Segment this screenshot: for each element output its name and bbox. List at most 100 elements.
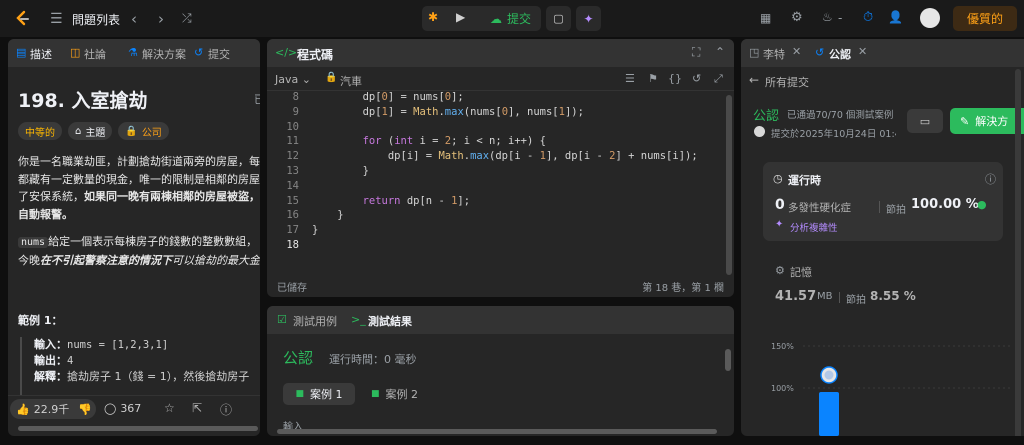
analyze-sparkle-icon: ✦ <box>775 219 784 230</box>
problem-list-icon[interactable]: ☰ <box>50 11 63 27</box>
next-problem-icon[interactable]: › <box>158 10 164 28</box>
result-runtime: 運行時間：0 毫秒 <box>329 353 417 366</box>
desc-line: 自動報警。 <box>18 207 73 221</box>
autocomplete-mode[interactable]: 汽車 <box>340 73 362 89</box>
timer-icon[interactable]: ⏱ <box>863 10 873 25</box>
all-submissions-link[interactable]: 所有提交 <box>765 74 809 90</box>
editor-header: </> 程式碼 ⛶ ⌃ <box>267 39 734 67</box>
tab-submissions[interactable]: 提交 <box>208 46 230 62</box>
code-line: ​ <box>312 120 722 135</box>
format-icon[interactable]: ☰ <box>625 72 635 85</box>
description-scrollbar[interactable] <box>18 426 258 431</box>
memory-icon: ⚙ <box>775 264 785 277</box>
tab-test-result[interactable]: 測試結果 <box>368 313 412 329</box>
y-tick-label: 150% <box>771 342 794 351</box>
shuffle-icon[interactable]: ⤮ <box>182 11 192 26</box>
info-icon[interactable]: ⓘ <box>985 171 996 187</box>
streak-icon[interactable]: ♨ <box>822 10 833 24</box>
problem-list-label[interactable]: 問題列表 <box>72 11 120 28</box>
tab-editorial[interactable]: 社論 <box>84 46 106 62</box>
line-numbers: 8 9 10 11 12 13 14 15 16 17 18 <box>267 90 299 253</box>
settings-icon[interactable]: ⚙ <box>791 10 803 25</box>
like-button[interactable]: 👍 22.9千 <box>10 399 76 419</box>
user-marker-avatar <box>824 370 834 380</box>
description-footer: 👍 22.9千 👎 ◯ 367 ☆ ⇱ ⓘ <box>8 395 260 421</box>
add-friend-icon[interactable]: 👤 <box>888 10 903 24</box>
line-number: 13 <box>286 164 299 177</box>
code-area[interactable]: dp[0] = nums[0]; dp[1] = Math.max(nums[0… <box>312 90 722 253</box>
run-icon[interactable]: ▶ <box>456 10 465 24</box>
back-arrow-icon[interactable]: ← <box>749 73 759 87</box>
tab-solutions[interactable]: 解決方案 <box>142 46 186 62</box>
close-icon[interactable]: ✕ <box>792 45 801 58</box>
case-2-tab[interactable]: ■ 案例 2 <box>371 383 418 405</box>
avatar[interactable] <box>920 8 940 28</box>
debug-icon[interactable]: ✱ <box>428 10 438 24</box>
share-icon[interactable]: ⇱ <box>192 401 202 415</box>
leaf-icon: ● <box>977 198 987 211</box>
difficulty-badge: 中等的 <box>18 122 62 140</box>
premium-button[interactable]: 優質的 <box>953 6 1017 31</box>
runtime-distribution-chart: 150% 100% <box>771 342 1011 436</box>
language-select[interactable]: Java ⌄ <box>275 73 311 86</box>
layout-icon[interactable]: ▦ <box>760 11 771 25</box>
result-panel: ☑ 測試用例 >_ 測試結果 公認 運行時間：0 毫秒 ■ 案例 1 ■ 案例 2 … <box>267 306 734 436</box>
case-1-label: 案例 1 <box>310 388 343 401</box>
example-output-label: 輸出： <box>34 354 67 367</box>
submitted-time: 提交於2025年10月24日 01:44 <box>771 129 896 140</box>
result-hscrollbar[interactable] <box>277 429 717 434</box>
result-scrollbar[interactable] <box>725 349 731 371</box>
editor-status: 已儲存 第 18 巷，第 1 欄 <box>267 275 734 297</box>
book-icon: ▭ <box>919 114 931 128</box>
example-input: nums = [1,2,3,1] <box>67 339 169 351</box>
code-line: } <box>312 224 319 237</box>
checkbox-icon: ☑ <box>277 313 287 326</box>
thumbs-down-icon: 👎 <box>78 402 92 416</box>
analyze-complexity-link[interactable]: 分析複雜性 <box>790 220 838 234</box>
fullscreen-icon[interactable]: ⛶ <box>692 45 700 60</box>
solution-button[interactable]: ✎ 解決方 <box>950 108 1024 134</box>
example-output: 4 <box>67 355 74 367</box>
topics-label: 主題 <box>85 127 106 139</box>
collapse-icon[interactable]: ⌃ <box>715 45 725 59</box>
submission-scrollbar[interactable] <box>1015 69 1021 436</box>
ai-button[interactable]: ✦ <box>576 6 601 31</box>
line-number: 12 <box>286 150 299 163</box>
bookmark-icon[interactable]: ⚑ <box>648 72 658 85</box>
beats-label: 節拍 <box>886 205 906 216</box>
code-line: ​ <box>312 238 722 253</box>
reset-icon[interactable]: ↺ <box>692 72 701 85</box>
chart-bar <box>819 392 839 436</box>
help-icon[interactable]: ⓘ <box>220 401 232 418</box>
editor-scrollbar[interactable] <box>726 95 732 275</box>
tab-testcase[interactable]: 測試用例 <box>293 313 337 329</box>
cloud-upload-icon: ☁ <box>489 11 502 26</box>
comment-count: 367 <box>120 402 142 415</box>
tab-description[interactable]: 描述 <box>30 46 52 62</box>
braces-icon[interactable]: {} <box>668 72 682 85</box>
expand-icon[interactable]: ⤢ <box>714 72 723 86</box>
notes-button[interactable]: ▭ <box>907 109 943 133</box>
comment-button[interactable]: ◯ 367 <box>104 402 141 415</box>
star-icon[interactable]: ☆ <box>164 401 175 415</box>
submit-button[interactable]: ☁ 提交 <box>480 6 541 31</box>
company-tag[interactable]: 🔒 公司 <box>118 122 169 140</box>
tab-note[interactable]: 李特 <box>763 46 785 62</box>
dot-icon: ■ <box>371 389 380 399</box>
line-number: 8 <box>292 91 299 103</box>
line-number: 18 <box>286 238 299 251</box>
note-button[interactable]: ▢ <box>546 6 571 31</box>
tab-accepted[interactable]: 公認 <box>829 46 851 62</box>
top-bar: ☰ 問題列表 ‹ › ⤮ ✱ ▶ ☁ 提交 ▢ ✦ ▦ ⚙ ♨ - ⏱ 👤 優質… <box>0 0 1024 37</box>
case-1-tab[interactable]: ■ 案例 1 <box>283 383 355 405</box>
cursor-position: 第 18 巷，第 1 欄 <box>642 283 724 294</box>
terminal-icon: >_ <box>351 313 366 326</box>
prev-problem-icon[interactable]: ‹ <box>131 10 137 28</box>
topics-tag[interactable]: ⌂ 主題 <box>68 122 113 140</box>
logo-icon[interactable] <box>14 10 31 27</box>
editor-tab[interactable]: 程式碼 <box>297 46 333 63</box>
dislike-button[interactable]: 👎 <box>74 399 96 419</box>
close-icon[interactable]: ✕ <box>858 45 867 58</box>
lock-icon: 🔒 <box>125 125 138 137</box>
desc-line: 今晚在不引起警察注意的情況下可以搶劫的最大金 <box>18 252 260 270</box>
